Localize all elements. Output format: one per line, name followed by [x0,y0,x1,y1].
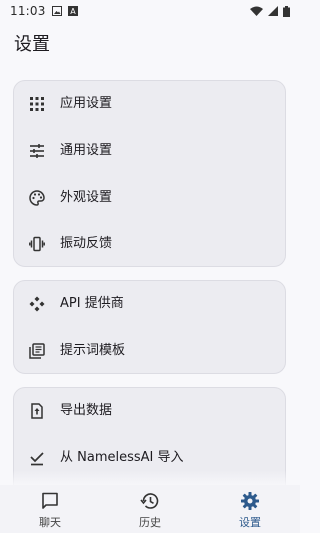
settings-item-label: 通用设置 [60,143,113,158]
text-notification-icon: A [67,6,78,16]
page-title: 设置 [14,34,50,55]
bottom-navigation: 聊天 历史 设置 [0,485,300,533]
nav-label: 聊天 [39,516,61,529]
gear-icon [241,492,259,510]
download-done-icon [28,449,46,467]
settings-item-vibration[interactable]: 振动反馈 [14,221,285,267]
settings-item-export-data[interactable]: 导出数据 [14,388,285,434]
vibration-icon [28,235,46,253]
settings-group-main: 应用设置 通用设置 外观设置 振动反馈 [13,80,286,267]
apps-grid-icon [28,95,46,113]
nav-label: 设置 [239,516,261,529]
image-notification-icon [51,6,62,16]
settings-item-label: API 提供商 [60,296,124,311]
settings-item-api-providers[interactable]: API 提供商 [14,281,285,327]
settings-item-prompt-templates[interactable]: 提示词模板 [14,328,285,374]
hub-diamond-icon [28,295,46,313]
settings-item-app-settings[interactable]: 应用设置 [14,81,285,127]
status-time: 11:03 [10,4,46,18]
file-upload-icon [28,402,46,420]
settings-item-general-settings[interactable]: 通用设置 [14,128,285,174]
history-icon [140,493,159,509]
settings-item-label: 应用设置 [60,96,113,111]
settings-group-providers: API 提供商 提示词模板 [13,280,286,374]
chat-icon [42,492,58,509]
wifi-icon [250,6,263,16]
settings-item-appearance[interactable]: 外观设置 [14,175,285,221]
nav-label: 历史 [139,516,161,529]
settings-item-label: 振动反馈 [60,236,113,251]
nav-item-chat[interactable]: 聊天 [0,485,100,533]
signal-icon [268,6,278,16]
nav-item-history[interactable]: 历史 [100,485,200,533]
settings-item-label: 导出数据 [60,403,113,418]
battery-icon [283,5,290,17]
svg-text:A: A [70,7,76,16]
status-bar: 11:03 A [0,0,300,22]
palette-icon [28,189,46,207]
library-books-icon [28,342,46,360]
scroll-fade [0,470,300,486]
settings-item-label: 外观设置 [60,190,113,205]
settings-item-label: 提示词模板 [60,343,126,358]
nav-item-settings[interactable]: 设置 [200,485,300,533]
tune-sliders-icon [28,142,46,160]
